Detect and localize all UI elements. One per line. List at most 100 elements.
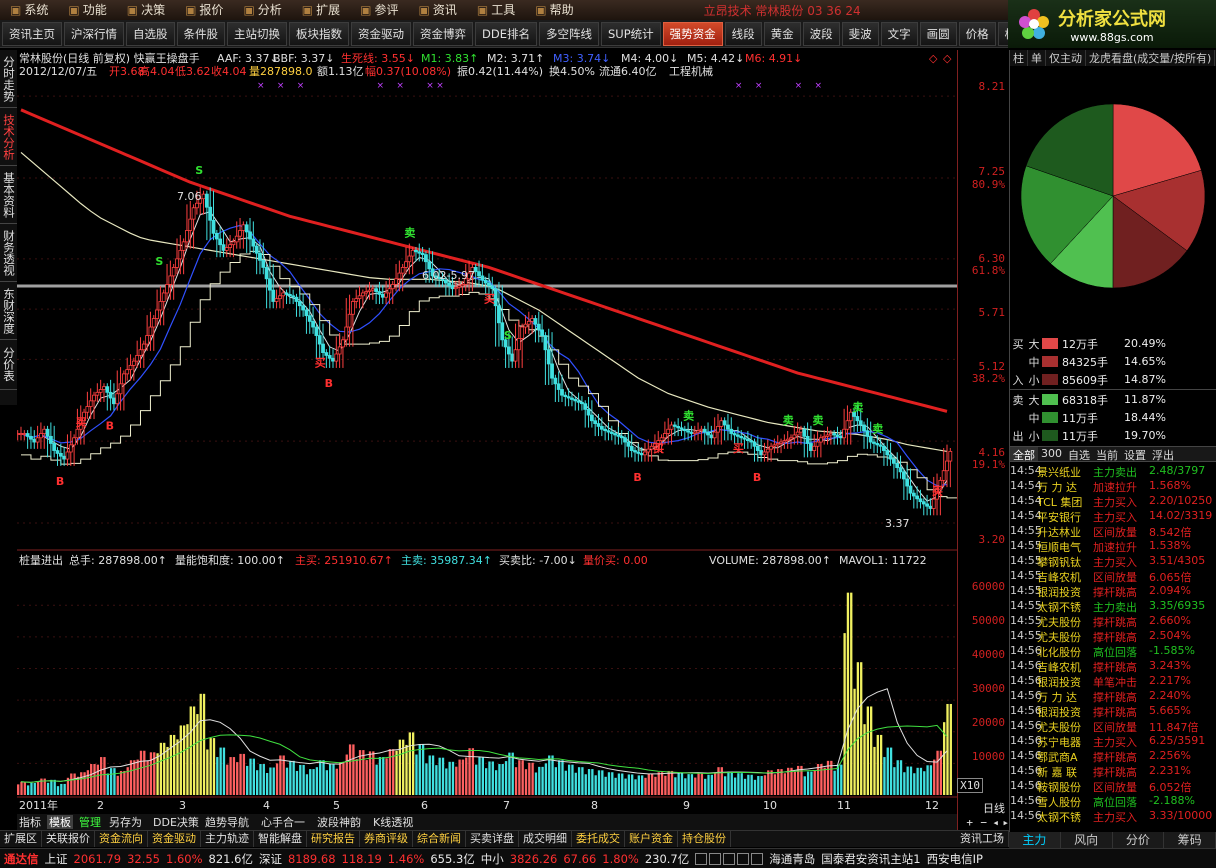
side-tab-fundamentals[interactable]: 基本资料: [0, 166, 17, 224]
alert-row[interactable]: 14:56 鄂武商A 撑杆跳高 2.256%: [1010, 749, 1216, 764]
menu-item-news[interactable]: ▣ 资讯: [409, 0, 467, 20]
side-tab-price-table[interactable]: 分价表: [0, 340, 17, 390]
alert-row[interactable]: 14:55 升达林业 区间放量 8.542倍: [1010, 524, 1216, 539]
rp-tab[interactable]: 龙虎看盘(成交量/按所有): [1086, 50, 1216, 66]
filter-tab[interactable]: 浮出: [1149, 447, 1177, 462]
window-icon[interactable]: [709, 852, 722, 865]
toolbar-wave[interactable]: 波段: [802, 21, 840, 46]
toolbar-market[interactable]: 沪深行情: [64, 21, 124, 46]
bottom-tab[interactable]: 智能解盘: [254, 831, 307, 847]
toolbar-sup-stats[interactable]: SUP统计: [600, 21, 661, 46]
bottom-tab[interactable]: 资讯工场: [956, 831, 1009, 847]
alert-row[interactable]: 14:56 尤夫股份 区间放量 11.847倍: [1010, 719, 1216, 734]
menu-item-quote[interactable]: ▣ 报价: [175, 0, 233, 20]
diamond-icon[interactable]: ◇: [929, 52, 938, 65]
toolbar-bull-bear[interactable]: 多空阵线: [538, 21, 599, 46]
scroll-left-button[interactable]: ◂: [992, 816, 999, 829]
indicator-tab[interactable]: 另存为: [109, 815, 142, 829]
toolbar-condition[interactable]: 条件股: [176, 21, 225, 46]
indicator-tab[interactable]: DDE决策: [153, 815, 199, 829]
toolbar-watchlist[interactable]: 自选股: [126, 21, 175, 46]
alert-row[interactable]: 14:56 万 力 达 撑杆跳高 2.240%: [1010, 689, 1216, 704]
bottom-tab[interactable]: 扩展区: [0, 831, 42, 847]
toolbar-circle[interactable]: 画圆: [919, 21, 957, 46]
alert-row[interactable]: 14:56 雪人股份 高位回落 -2.188%: [1010, 794, 1216, 809]
toolbar-server-switch[interactable]: 主站切换: [227, 21, 287, 46]
zoom-in-button[interactable]: +: [966, 816, 973, 829]
indicator-tab[interactable]: 心手合一: [261, 815, 305, 829]
rp-tab[interactable]: 柱: [1010, 50, 1028, 66]
side-tab-finance[interactable]: 财务透视: [0, 224, 17, 282]
menu-item-system[interactable]: ▣ 系统: [0, 0, 58, 20]
indicator-tab[interactable]: 波段神韵: [317, 815, 361, 829]
toolbar-strong-fund[interactable]: 强势资金: [662, 21, 723, 46]
indicator-tab[interactable]: 模板: [49, 815, 71, 829]
alert-row[interactable]: 14:55 尤夫股份 撑杆跳高 2.660%: [1010, 614, 1216, 629]
alert-row[interactable]: 14:56 银润投资 单笔冲击 2.217%: [1010, 674, 1216, 689]
scroll-right-button[interactable]: ▸: [1002, 816, 1009, 829]
bottom-tab[interactable]: 研究报告: [307, 831, 360, 847]
alert-row[interactable]: 14:55 吉峰农机 区间放量 6.065倍: [1010, 569, 1216, 584]
window-icon[interactable]: [751, 852, 764, 865]
alert-row[interactable]: 14:56 吉峰农机 撑杆跳高 3.243%: [1010, 659, 1216, 674]
filter-tab[interactable]: 设置: [1121, 447, 1149, 462]
zoom-out-button[interactable]: −: [980, 816, 987, 829]
menu-item-tools[interactable]: ▣ 工具: [467, 0, 525, 20]
rp-tab[interactable]: 单: [1028, 50, 1046, 66]
toolbar-news-home[interactable]: 资讯主页: [2, 21, 62, 46]
alert-row[interactable]: 14:55 攀钢钒钛 主力买入 3.51/4305: [1010, 554, 1216, 569]
indicator-tab[interactable]: 管理: [79, 815, 101, 829]
side-tab-technical[interactable]: 技术分析: [0, 108, 17, 166]
alert-row[interactable]: 14:56 太钢不锈 主力买入 3.33/10000: [1010, 809, 1216, 824]
menu-item-function[interactable]: ▣ 功能: [58, 0, 116, 20]
toolbar-golden[interactable]: 黄金: [763, 21, 801, 46]
alert-row[interactable]: 14:56 银润投资 撑杆跳高 5.665%: [1010, 704, 1216, 719]
period-label[interactable]: 日线: [983, 800, 1005, 816]
bottom-tab[interactable]: 成交明细: [519, 831, 572, 847]
indicator-tab[interactable]: 指标: [19, 815, 41, 829]
toolbar-sector-index[interactable]: 板块指数: [289, 21, 349, 46]
filter-tab[interactable]: 全部: [1010, 447, 1038, 462]
toolbar-fund-drive[interactable]: 资金驱动: [351, 21, 411, 46]
alert-row[interactable]: 14:56 北化股份 高位回落 -1.585%: [1010, 644, 1216, 659]
alert-row[interactable]: 14:55 银润投资 撑杆跳高 2.094%: [1010, 584, 1216, 599]
alert-row[interactable]: 14:55 太钢不锈 主力卖出 3.35/6935: [1010, 599, 1216, 614]
alert-row[interactable]: 14:54 平安银行 主力买入 14.02/3319: [1010, 509, 1216, 524]
menu-item-decision[interactable]: ▣ 决策: [117, 0, 175, 20]
toolbar-text[interactable]: 文字: [880, 21, 918, 46]
rp-tab[interactable]: 仅主动: [1046, 50, 1086, 66]
bottom-tab[interactable]: 券商评级: [360, 831, 413, 847]
diamond-icon[interactable]: ◇: [943, 52, 952, 65]
rp-bottom-tab[interactable]: 风向: [1061, 832, 1113, 848]
menu-item-rating[interactable]: ▣ 参评: [350, 0, 408, 20]
indicator-tab[interactable]: K线透视: [373, 815, 413, 829]
bottom-tab[interactable]: 关联报价: [42, 831, 95, 847]
bottom-tab[interactable]: 持仓股份: [678, 831, 731, 847]
bottom-tab[interactable]: 综合新闻: [413, 831, 466, 847]
alert-row[interactable]: 14:55 恒顺电气 加速拉升 1.538%: [1010, 539, 1216, 554]
indicator-tab[interactable]: 趋势导航: [205, 815, 249, 829]
window-icon[interactable]: [723, 852, 736, 865]
window-icon[interactable]: [695, 852, 708, 865]
toolbar-dde-rank[interactable]: DDE排名: [475, 21, 537, 46]
toolbar-fund-game[interactable]: 资金博弈: [413, 21, 473, 46]
menu-item-extend[interactable]: ▣ 扩展: [292, 0, 350, 20]
alert-row[interactable]: 14:54 万 力 达 加速拉升 1.568%: [1010, 479, 1216, 494]
alert-row[interactable]: 14:54 景兴纸业 主力卖出 2.48/3797: [1010, 464, 1216, 479]
bottom-tab[interactable]: 主力轨迹: [201, 831, 254, 847]
menu-item-analysis[interactable]: ▣ 分析: [233, 0, 291, 20]
bottom-tab[interactable]: 账户资金: [625, 831, 678, 847]
rp-bottom-tab[interactable]: 筹码: [1164, 832, 1216, 848]
toolbar-segment[interactable]: 线段: [724, 21, 762, 46]
alert-row[interactable]: 14:56 鞍钢股份 区间放量 6.052倍: [1010, 779, 1216, 794]
menu-item-help[interactable]: ▣ 帮助: [525, 0, 583, 20]
alert-row[interactable]: 14:56 苏宁电器 主力买入 6.25/3591: [1010, 734, 1216, 749]
window-icon[interactable]: [737, 852, 750, 865]
rp-bottom-tab[interactable]: 分价: [1113, 832, 1165, 848]
side-tab-intraday[interactable]: 分时走势: [0, 50, 17, 108]
filter-tab[interactable]: 300: [1038, 447, 1065, 461]
bottom-tab[interactable]: 买卖详盘: [466, 831, 519, 847]
side-tab-eastmoney[interactable]: 东财深度: [0, 282, 17, 340]
alert-row[interactable]: 14:54 TCL 集团 主力买入 2.20/10250: [1010, 494, 1216, 509]
toolbar-fibo[interactable]: 斐波: [841, 21, 879, 46]
